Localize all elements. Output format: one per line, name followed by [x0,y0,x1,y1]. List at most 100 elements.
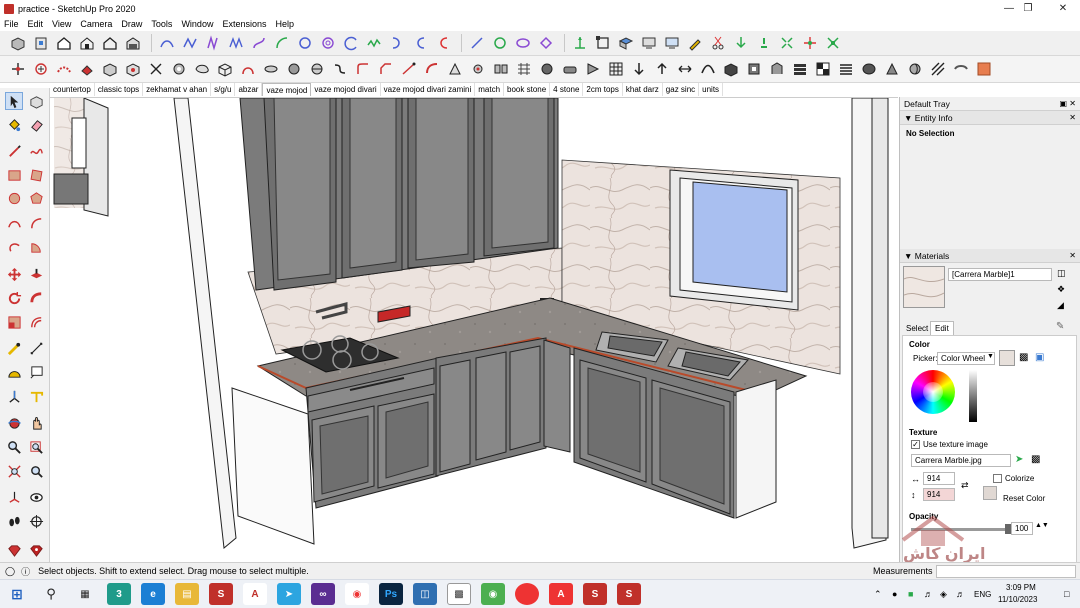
acrobat-icon[interactable]: A [243,583,267,605]
volume-icon[interactable]: ♬ [956,589,965,599]
plugin-prism-icon[interactable] [583,60,603,78]
move-tool-icon[interactable] [5,265,23,283]
texture-height-input[interactable]: 914 [923,488,955,501]
chrome-icon[interactable]: ◉ [345,583,369,605]
menu-window[interactable]: Window [181,19,213,29]
clock-time[interactable]: 3:09 PM [1006,583,1036,592]
edit-texture-icon[interactable]: ▩ [1031,454,1040,465]
make-component-icon[interactable] [27,92,45,110]
section-plane-icon[interactable] [27,512,45,530]
menu-edit[interactable]: Edit [28,19,44,29]
file-explorer-icon[interactable]: ▤ [175,583,199,605]
plugin-paint-icon[interactable] [77,60,97,78]
plugin-dots-icon[interactable] [54,60,74,78]
telegram-icon[interactable]: ➤ [277,583,301,605]
plugin-box-red-icon[interactable] [123,60,143,78]
curve-tool-icon[interactable] [157,34,177,52]
plugin-sphere-icon[interactable] [284,60,304,78]
system-app-icon[interactable]: ■ [908,589,913,599]
color-wheel[interactable] [911,370,955,414]
dimension-tool-icon[interactable] [27,339,45,357]
create-material-icon[interactable]: ❖ [1057,284,1065,295]
plugin-extrude-icon[interactable] [767,60,787,78]
plugin-hatch-icon[interactable] [928,60,948,78]
scene-tab-gaz-sinc[interactable]: gaz sinc [663,83,700,96]
materials-header[interactable]: ▼ Materials ✕ [900,249,1080,263]
menu-camera[interactable]: Camera [80,19,112,29]
extension-warehouse-icon[interactable] [27,541,45,559]
eraser-icon[interactable] [27,115,45,133]
two-point-arc-icon[interactable] [27,214,45,232]
menu-extensions[interactable]: Extensions [222,19,266,29]
plugin-mesh-icon[interactable] [514,60,534,78]
zoom-window-icon[interactable] [27,438,45,456]
sample-paint-icon[interactable]: ◢ [1057,300,1064,311]
menu-tools[interactable]: Tools [151,19,172,29]
plugin-sweep-icon[interactable] [698,60,718,78]
plugin-move-icon[interactable] [8,60,28,78]
scene-tab-classic-tops[interactable]: classic tops [95,83,144,96]
line-tool-icon[interactable] [5,142,23,160]
scene-tab-abzar[interactable]: abzar [235,83,263,96]
sketchup-icon[interactable]: S [209,583,233,605]
edge-icon[interactable]: e [141,583,165,605]
opacity-input[interactable]: 100 [1011,522,1033,535]
house-icon[interactable] [77,34,97,52]
polygon-tool-icon[interactable] [490,34,510,52]
texture-width-input[interactable]: 914 [923,472,955,485]
tray-overflow-icon[interactable]: ⌃ [874,589,882,600]
plugin-lathe-icon[interactable] [261,60,281,78]
section-plane-icon[interactable] [593,34,613,52]
zoom-tool-icon[interactable] [5,438,23,456]
materials-close-icon[interactable]: ✕ [1069,251,1076,260]
network-icon[interactable]: ◈ [940,589,947,600]
add-material-icon[interactable]: ◫ [1057,268,1066,279]
scene-tab-4-stone[interactable]: 4 stone [550,83,584,96]
plugin-cube-icon[interactable] [215,60,235,78]
entity-info-close-icon[interactable]: ✕ [1069,113,1076,122]
reset-color-button[interactable]: Reset Color [1003,494,1045,503]
photoshop-icon[interactable]: Ps [379,583,403,605]
ellipse-tool-icon[interactable] [513,34,533,52]
close-button[interactable]: ✕ [1046,0,1080,17]
green-arc-tool-icon[interactable] [272,34,292,52]
arc2-tool-icon[interactable] [410,34,430,52]
plugin-twist-icon[interactable] [330,60,350,78]
info-icon[interactable]: ⓘ [21,565,30,578]
plugin-solid-icon[interactable] [721,60,741,78]
menu-view[interactable]: View [52,19,71,29]
match-model-color-icon[interactable]: ▩ [1019,352,1028,363]
position-camera-icon[interactable] [5,488,23,506]
task-view-icon[interactable]: ▦ [73,583,97,605]
cube-app-icon[interactable]: ◫ [413,583,437,605]
opacity-spinner-icon[interactable]: ▲▼ [1035,522,1049,529]
walk-tool-icon[interactable] [5,512,23,530]
browse-texture-icon[interactable]: ➤ [1015,454,1023,465]
plugin-stack-icon[interactable] [790,60,810,78]
polygon-tool-icon[interactable] [27,189,45,207]
plugin-flower-icon[interactable] [468,60,488,78]
rotate-tool-icon[interactable] [5,289,23,307]
scene-tab-2cm-tops[interactable]: 2cm tops [583,83,623,96]
use-texture-checkbox[interactable]: ✓ [911,440,920,449]
plugin-sofa-icon[interactable] [560,60,580,78]
plugin-chamfer-icon[interactable] [376,60,396,78]
match-screen-color-icon[interactable]: ▣ [1035,352,1044,363]
store-icon[interactable]: ▩ [447,583,471,605]
sketchup-3-icon[interactable]: S [617,583,641,605]
tape-measure-icon[interactable] [5,339,23,357]
plugin-offset-icon[interactable] [422,60,442,78]
pie-tool-icon[interactable] [27,238,45,256]
plugin-twirl-icon[interactable] [905,60,925,78]
look-around-icon[interactable] [27,488,45,506]
windows-start-icon[interactable]: ⊞ [5,583,29,605]
plugin-checker-icon[interactable] [813,60,833,78]
link-icon[interactable]: ⇄ [961,480,969,491]
select-tab[interactable]: Select [906,324,928,333]
select-tool-icon[interactable] [5,92,23,110]
plugin-more-icon[interactable] [951,60,971,78]
arc-tool-icon[interactable] [5,214,23,232]
3d-warehouse-icon[interactable] [31,34,51,52]
home-view-icon[interactable] [54,34,74,52]
previous-view-icon[interactable] [27,462,45,480]
